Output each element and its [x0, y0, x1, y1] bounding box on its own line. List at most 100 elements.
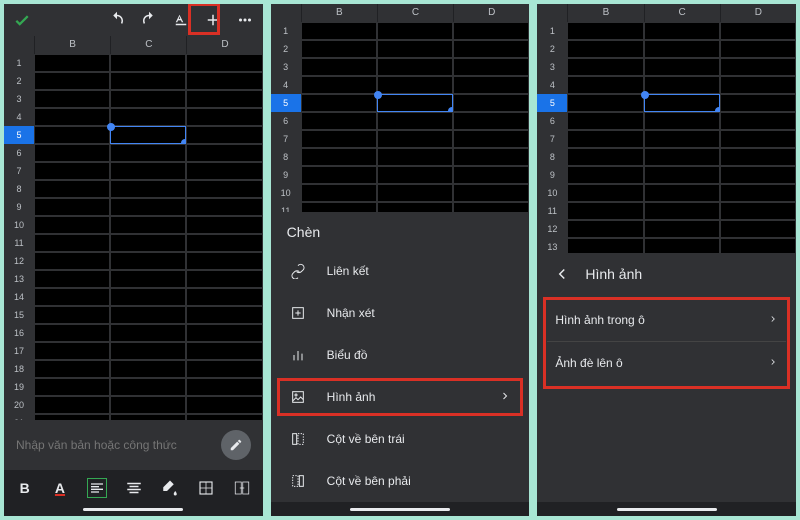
row-header[interactable]: 8 [537, 148, 567, 166]
cell[interactable] [644, 220, 720, 238]
cell[interactable] [301, 130, 377, 148]
cell[interactable] [110, 162, 186, 180]
row-header[interactable]: 10 [537, 184, 567, 202]
cell[interactable] [110, 180, 186, 198]
cell[interactable] [301, 166, 377, 184]
cell-borders-icon[interactable] [197, 478, 215, 498]
cell[interactable] [186, 288, 262, 306]
cell[interactable] [453, 76, 529, 94]
cell[interactable] [720, 202, 796, 220]
row-header[interactable]: 7 [537, 130, 567, 148]
cell[interactable] [34, 144, 110, 162]
row-header[interactable]: 13 [4, 270, 34, 288]
fill-color-icon[interactable] [161, 478, 179, 498]
cell[interactable] [567, 112, 643, 130]
cell[interactable] [34, 306, 110, 324]
row-header[interactable]: 2 [537, 40, 567, 58]
cell[interactable] [186, 162, 262, 180]
cell[interactable] [453, 40, 529, 58]
cell[interactable] [301, 58, 377, 76]
cell[interactable] [644, 22, 720, 40]
cell[interactable] [34, 180, 110, 198]
cell[interactable] [110, 198, 186, 216]
row-header[interactable]: 5 [537, 94, 567, 112]
edit-formula-icon[interactable] [221, 430, 251, 460]
cell[interactable] [186, 360, 262, 378]
cell[interactable] [377, 112, 453, 130]
back-icon[interactable] [553, 265, 571, 283]
cell[interactable] [453, 130, 529, 148]
row-header[interactable]: 4 [537, 76, 567, 94]
cell[interactable] [110, 72, 186, 90]
cell[interactable] [567, 76, 643, 94]
cell[interactable] [567, 166, 643, 184]
cell[interactable] [720, 58, 796, 76]
menu-item-image[interactable]: Hình ảnh [271, 376, 530, 418]
cell[interactable] [377, 166, 453, 184]
cell[interactable] [34, 414, 110, 420]
row-header[interactable]: 12 [4, 252, 34, 270]
cell[interactable] [720, 112, 796, 130]
cell[interactable] [110, 216, 186, 234]
cell[interactable] [186, 198, 262, 216]
cell[interactable] [567, 94, 643, 112]
cell[interactable] [34, 342, 110, 360]
menu-item-chart[interactable]: Biểu đồ [271, 334, 530, 376]
cell[interactable] [644, 166, 720, 184]
submenu-item[interactable]: Ảnh đè lên ô [547, 342, 786, 384]
cell[interactable] [34, 252, 110, 270]
cell[interactable] [186, 108, 262, 126]
cell[interactable] [110, 288, 186, 306]
cell[interactable] [453, 112, 529, 130]
cell[interactable] [110, 396, 186, 414]
row-header[interactable]: 6 [537, 112, 567, 130]
cell[interactable] [186, 342, 262, 360]
cell[interactable] [377, 76, 453, 94]
row-header[interactable]: 18 [4, 360, 34, 378]
cell[interactable] [110, 108, 186, 126]
undo-icon[interactable] [107, 10, 127, 30]
cell[interactable] [720, 220, 796, 238]
row-header[interactable]: 20 [4, 396, 34, 414]
cell[interactable] [186, 378, 262, 396]
menu-item-col-left[interactable]: Cột về bên trái [271, 418, 530, 460]
cell[interactable] [186, 54, 262, 72]
row-header[interactable]: 9 [271, 166, 301, 184]
row-header[interactable]: 4 [271, 76, 301, 94]
cell[interactable] [110, 144, 186, 162]
cell[interactable] [377, 202, 453, 212]
row-header[interactable]: 6 [4, 144, 34, 162]
cell[interactable] [110, 234, 186, 252]
cell[interactable] [377, 148, 453, 166]
cell[interactable] [34, 288, 110, 306]
accept-icon[interactable] [12, 10, 32, 30]
bold-icon[interactable]: B [16, 478, 33, 498]
cell[interactable] [186, 180, 262, 198]
cell[interactable] [110, 306, 186, 324]
cell[interactable] [34, 108, 110, 126]
cell[interactable] [720, 238, 796, 253]
cell[interactable] [567, 202, 643, 220]
row-header[interactable]: 13 [537, 238, 567, 253]
row-header[interactable]: 10 [271, 184, 301, 202]
cell[interactable] [110, 90, 186, 108]
menu-item-comment[interactable]: Nhận xét [271, 292, 530, 334]
row-header[interactable]: 9 [537, 166, 567, 184]
cell[interactable] [720, 166, 796, 184]
row-header[interactable]: 1 [271, 22, 301, 40]
row-header[interactable]: 2 [4, 72, 34, 90]
cell[interactable] [453, 58, 529, 76]
row-header[interactable]: 11 [271, 202, 301, 212]
row-header[interactable]: 7 [4, 162, 34, 180]
row-header[interactable]: 10 [4, 216, 34, 234]
menu-item-link[interactable]: Liên kết [271, 250, 530, 292]
cell[interactable] [186, 72, 262, 90]
cell[interactable] [301, 94, 377, 112]
cell[interactable] [34, 270, 110, 288]
cell[interactable] [34, 198, 110, 216]
cell[interactable] [110, 324, 186, 342]
cell[interactable] [186, 126, 262, 144]
image-submenu-title[interactable]: Hình ảnh [537, 253, 796, 293]
cell[interactable] [110, 342, 186, 360]
row-header[interactable]: 15 [4, 306, 34, 324]
